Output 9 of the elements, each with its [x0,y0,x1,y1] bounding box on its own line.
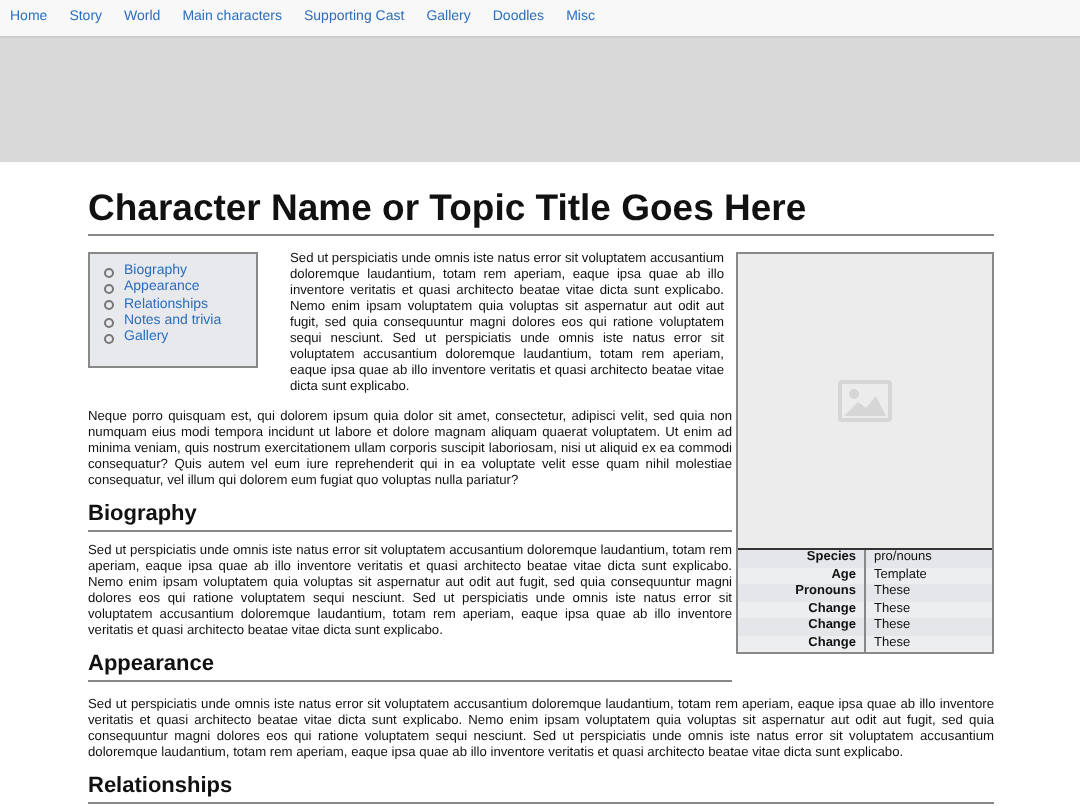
bullet-icon [104,317,114,328]
bullet-icon [104,300,114,311]
bullet-icon [104,267,114,278]
bullet-icon [104,283,114,294]
page-title: Character Name or Topic Title Goes Here [88,186,994,236]
section-heading: Appearance [88,652,732,682]
bullet-icon [104,333,114,344]
section-heading: Relationships [88,774,994,804]
section-heading: Biography [88,502,732,532]
